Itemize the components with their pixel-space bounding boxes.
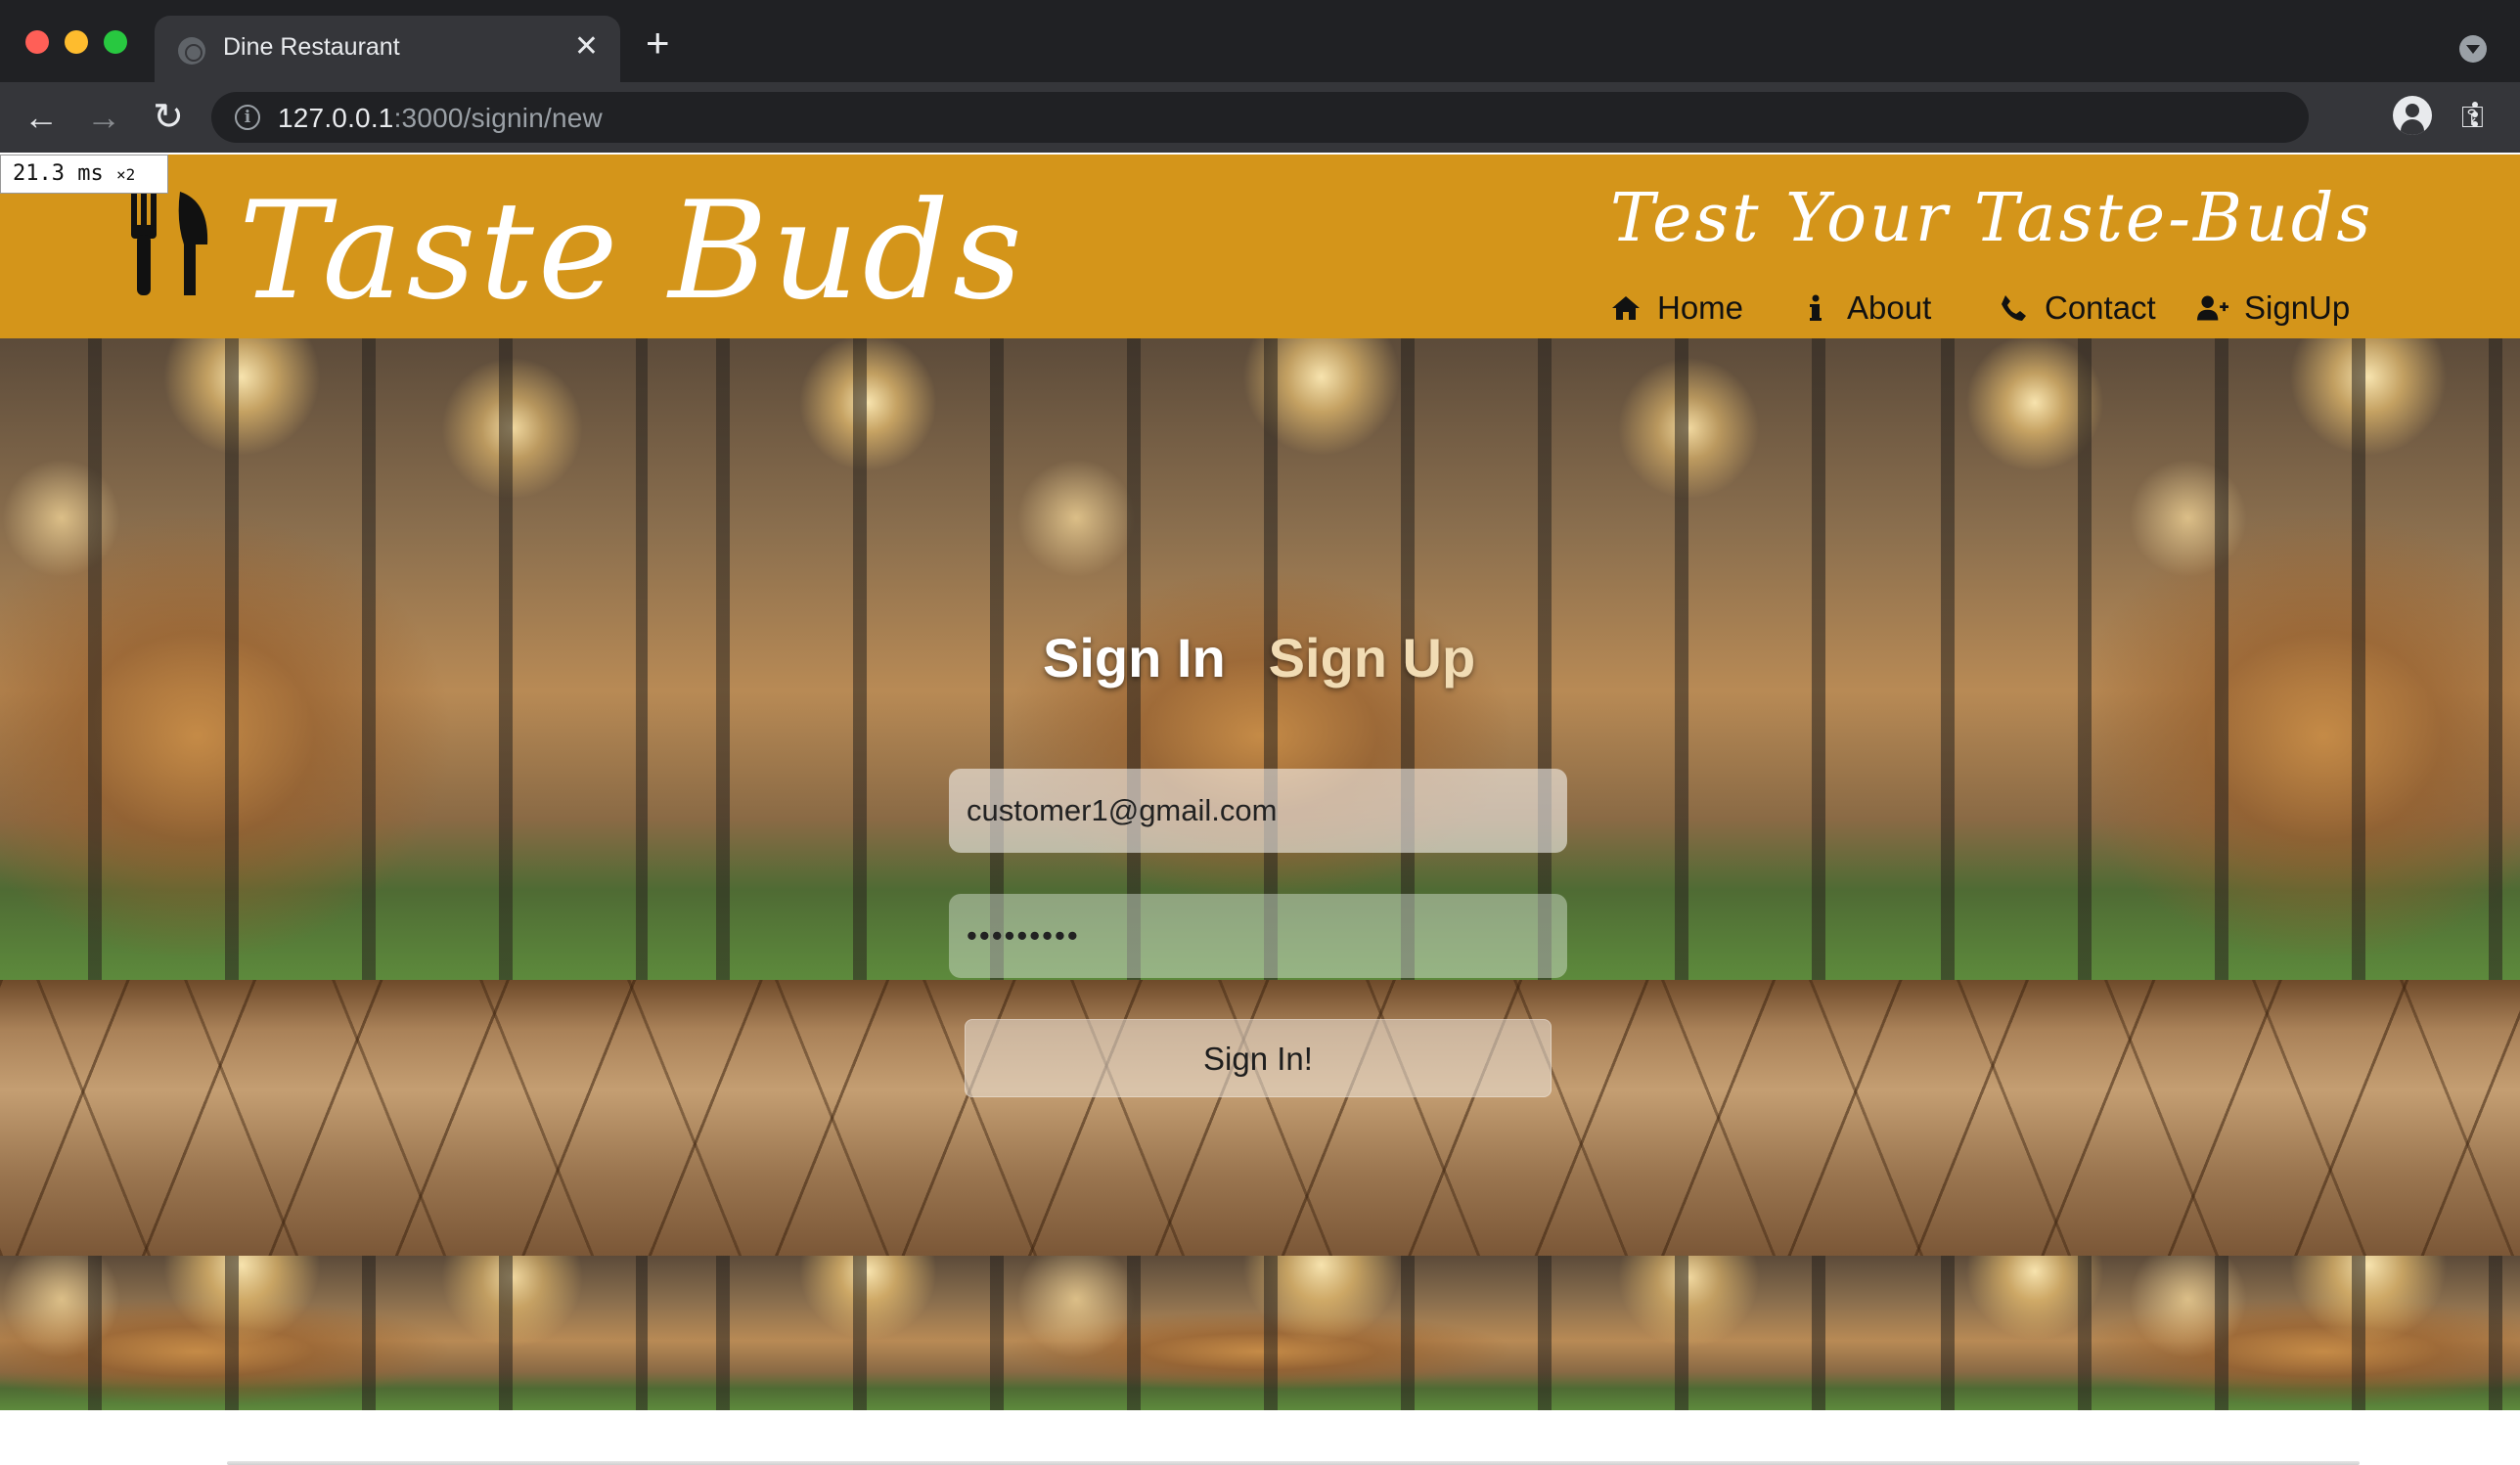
site-header: Taste Buds Test Your Taste-Buds Home Abo…	[0, 155, 2520, 338]
horizontal-scrollbar[interactable]	[227, 1461, 2360, 1465]
restaurant-background-image	[0, 338, 648, 980]
password-field[interactable]: •••••••••	[949, 894, 1567, 978]
nav-about-label: About	[1847, 289, 1932, 326]
browser-tab-bar: Dine Restaurant ✕ +	[0, 0, 2520, 82]
perf-value: 21.3 ms	[13, 161, 104, 186]
page-bottom	[0, 1410, 2520, 1465]
info-icon	[1810, 294, 1822, 321]
nav-contact-label: Contact	[2045, 289, 2156, 326]
nav-home[interactable]: Home	[1610, 289, 1743, 327]
tab-close-button[interactable]: ✕	[574, 29, 599, 65]
tab-search-button[interactable]	[2459, 35, 2487, 63]
site-info-icon[interactable]: i	[235, 105, 260, 130]
forward-button[interactable]: →	[82, 96, 125, 139]
tab-sign-up[interactable]: Sign Up	[1269, 626, 1476, 689]
restaurant-background-image	[648, 1256, 1872, 1410]
hero-background	[0, 338, 2520, 1410]
nav-home-label: Home	[1657, 289, 1744, 326]
nav-about[interactable]: About	[1800, 289, 1931, 327]
globe-icon	[178, 37, 205, 65]
browser-menu-icon[interactable]	[2465, 98, 2485, 137]
perf-multiplier: ×2	[115, 165, 136, 184]
add-user-icon	[2197, 295, 2228, 321]
perf-overlay-badge: 21.3 ms ×2	[0, 155, 168, 194]
new-tab-button[interactable]: +	[646, 22, 670, 64]
minimize-window-button[interactable]	[65, 30, 88, 54]
home-icon	[1612, 296, 1640, 320]
fork-knife-icon	[131, 192, 208, 295]
url-text[interactable]: 127.0.0.1:3000/signin/new	[278, 103, 603, 134]
url-path: :3000/signin/new	[393, 103, 603, 133]
restaurant-background-image	[0, 1256, 648, 1410]
phone-icon	[2002, 295, 2026, 321]
address-bar[interactable]: i 127.0.0.1:3000/signin/new ⚿ ☆	[211, 92, 2484, 143]
close-window-button[interactable]	[25, 30, 49, 54]
nav-contact[interactable]: Contact	[1998, 289, 2156, 327]
background-repeat-strip	[0, 1256, 2520, 1410]
restaurant-background-image	[1872, 1256, 2520, 1410]
tab-sign-in[interactable]: Sign In	[1043, 626, 1226, 689]
auth-tabs: Sign In Sign Up	[1043, 626, 1475, 689]
nav-signup-label: SignUp	[2244, 289, 2351, 326]
reload-button[interactable]: ↻	[147, 96, 190, 139]
profile-avatar-icon[interactable]	[2393, 96, 2432, 135]
nav-signup[interactable]: SignUp	[2197, 289, 2350, 327]
tagline: Test Your Taste-Buds	[1610, 180, 2374, 257]
brand-title[interactable]: Taste Buds	[239, 168, 1026, 334]
url-host: 127.0.0.1	[278, 103, 394, 133]
sign-in-button[interactable]: Sign In!	[965, 1019, 1552, 1097]
browser-tab[interactable]: Dine Restaurant ✕	[155, 16, 620, 82]
tab-title: Dine Restaurant	[223, 33, 400, 61]
maximize-window-button[interactable]	[104, 30, 127, 54]
email-field[interactable]: customer1@gmail.com	[949, 769, 1567, 853]
restaurant-background-image	[1872, 338, 2520, 980]
back-button[interactable]: ←	[20, 96, 63, 139]
browser-toolbar: ← → ↻ i 127.0.0.1:3000/signin/new ⚿ ☆	[0, 82, 2520, 153]
